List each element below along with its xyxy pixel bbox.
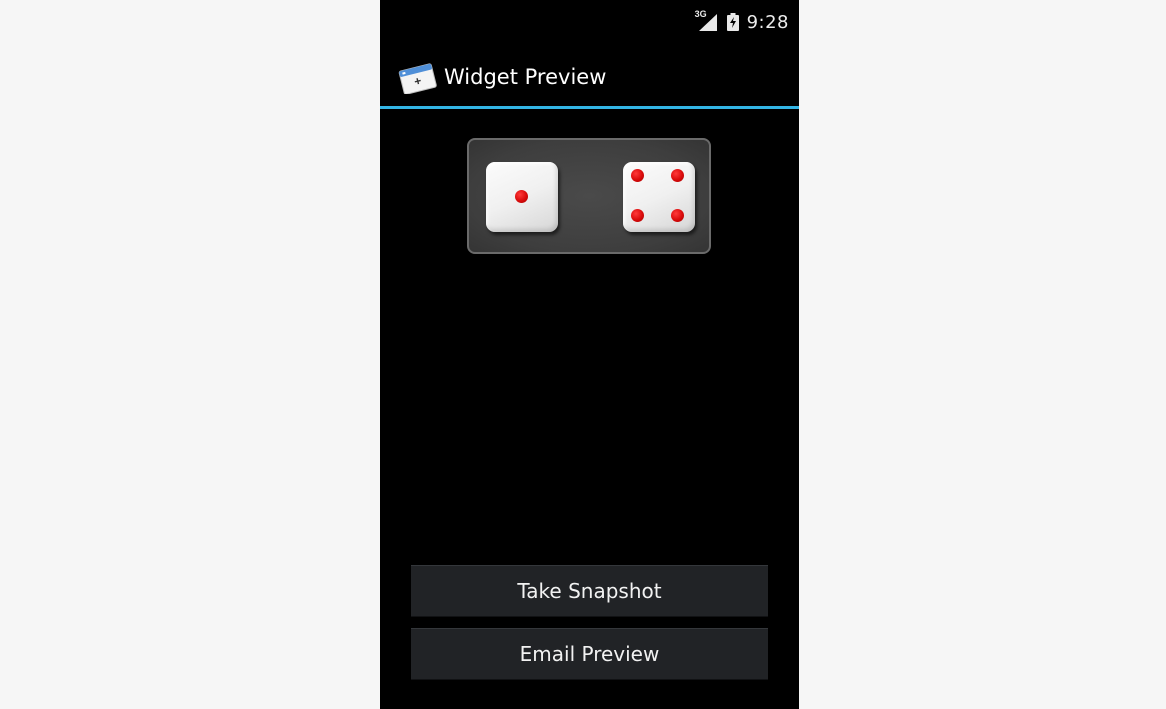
right-die xyxy=(623,162,695,232)
email-preview-button[interactable]: Email Preview xyxy=(411,628,768,680)
action-bar: Widget Preview xyxy=(380,46,799,109)
widget-preview-frame xyxy=(467,138,711,254)
battery-charging-icon xyxy=(726,13,739,31)
die-pip xyxy=(631,169,644,182)
widget-preview-app-icon[interactable] xyxy=(398,60,438,95)
die-pip xyxy=(671,169,684,182)
signal-icon: 3G xyxy=(694,9,719,32)
app-title: Widget Preview xyxy=(444,65,607,89)
status-clock: 9:28 xyxy=(746,11,789,33)
network-type-label: 3G xyxy=(694,9,707,19)
status-bar: 3G 9:28 xyxy=(380,0,799,46)
die-pip xyxy=(671,209,684,222)
die-pip xyxy=(631,209,644,222)
die-pip xyxy=(515,190,528,203)
left-die xyxy=(486,162,558,232)
status-icons: 3G 9:28 xyxy=(694,9,789,34)
device-screen: 3G 9:28 Widget Preview Take Snapshot Ema… xyxy=(380,0,799,709)
take-snapshot-button[interactable]: Take Snapshot xyxy=(411,565,768,617)
